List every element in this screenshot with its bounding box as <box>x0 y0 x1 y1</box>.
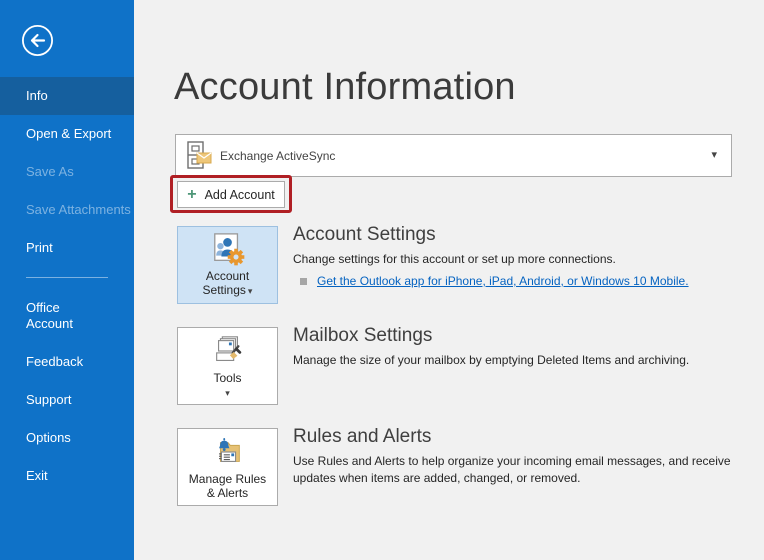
backstage-sidebar: Info Open & Export Save As Save Attachme… <box>0 0 134 560</box>
manage-rules-alerts-button[interactable]: Manage Rules & Alerts <box>177 428 278 506</box>
account-settings-button[interactable]: Account Settings▾ <box>177 226 278 304</box>
tools-button[interactable]: Tools ▾ <box>177 327 278 405</box>
section-description: Use Rules and Alerts to help organize yo… <box>293 453 745 487</box>
add-account-label: Add Account <box>205 188 275 202</box>
account-dropdown[interactable]: Exchange ActiveSync ▾ <box>175 134 732 177</box>
add-account-button[interactable]: + Add Account <box>177 181 285 208</box>
rules-alerts-icon <box>211 435 245 469</box>
section-heading: Rules and Alerts <box>293 426 745 448</box>
account-dropdown-value: Exchange ActiveSync <box>220 149 335 163</box>
account-settings-button-label: Account Settings▾ <box>189 269 267 298</box>
sidebar-item-info[interactable]: Info <box>0 77 134 115</box>
section-heading: Account Settings <box>293 224 745 246</box>
tile-caret-icon: ▾ <box>248 286 253 296</box>
tools-button-label: Tools <box>213 371 241 385</box>
sidebar-item-options[interactable]: Options <box>0 419 134 457</box>
account-settings-section: Account Settings Change settings for thi… <box>293 224 745 288</box>
manage-rules-alerts-button-label: Manage Rules & Alerts <box>189 472 267 500</box>
outlook-backstage-view: Info Open & Export Save As Save Attachme… <box>0 0 764 560</box>
account-settings-icon <box>211 232 245 266</box>
dropdown-caret-icon: ▾ <box>711 148 717 161</box>
sidebar-divider <box>26 277 108 278</box>
mailbox-settings-section: Mailbox Settings Manage the size of your… <box>293 325 745 369</box>
page-title: Account Information <box>174 66 516 109</box>
exchange-activesync-icon <box>186 141 212 171</box>
sidebar-item-exit[interactable]: Exit <box>0 457 134 495</box>
back-arrow-icon <box>21 24 54 57</box>
section-heading: Mailbox Settings <box>293 325 745 347</box>
sidebar-item-save-as: Save As <box>0 153 134 191</box>
sidebar-item-feedback[interactable]: Feedback <box>0 343 134 381</box>
sidebar-item-support[interactable]: Support <box>0 381 134 419</box>
sidebar-item-print[interactable]: Print <box>0 229 134 267</box>
sidebar-item-open-export[interactable]: Open & Export <box>0 115 134 153</box>
plus-icon: + <box>187 187 196 203</box>
section-description: Manage the size of your mailbox by empty… <box>293 352 745 369</box>
rules-alerts-section: Rules and Alerts Use Rules and Alerts to… <box>293 426 745 487</box>
bullet-icon <box>300 278 307 285</box>
mailbox-cleanup-icon <box>211 334 245 368</box>
section-description: Change settings for this account or set … <box>293 251 745 268</box>
sidebar-item-save-attachments: Save Attachments <box>0 191 134 229</box>
tile-caret-icon: ▾ <box>225 388 230 398</box>
outlook-app-link[interactable]: Get the Outlook app for iPhone, iPad, An… <box>317 274 689 288</box>
back-button[interactable] <box>21 24 54 57</box>
sidebar-item-office-account[interactable]: Office Account <box>0 297 90 341</box>
